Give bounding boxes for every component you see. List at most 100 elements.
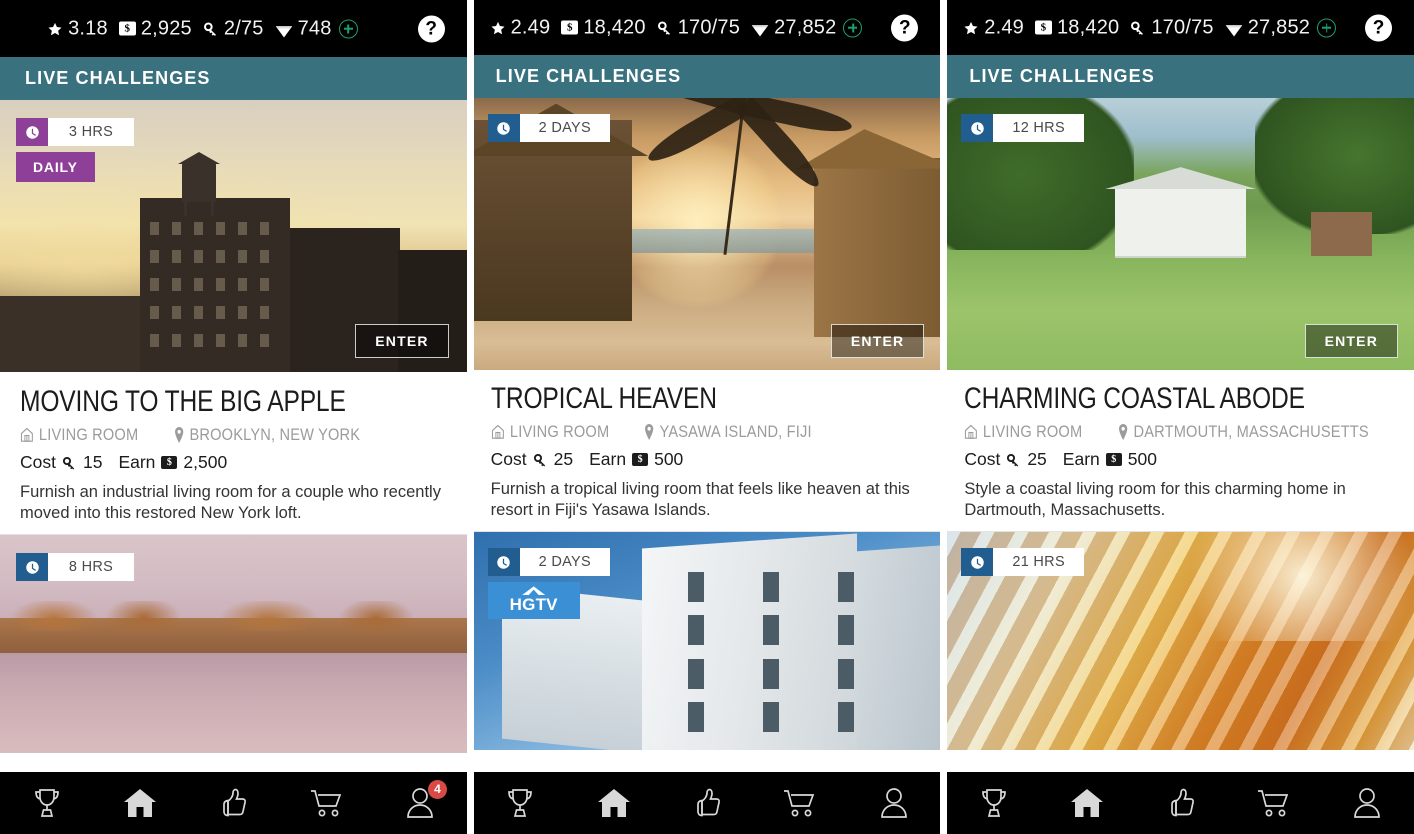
cost-group: Cost 15 bbox=[20, 452, 102, 473]
screenshot-triptych: 3.18 $2,925 2/75 748? LIVE CHALLENGES 3 HRS DA… bbox=[0, 0, 1414, 834]
cost-value: 15 bbox=[82, 451, 103, 472]
clock-icon bbox=[487, 548, 520, 577]
location-label: DARTMOUTH, MASSACHUSETTS bbox=[1133, 421, 1369, 441]
timer-label: 8 HRS bbox=[48, 553, 134, 582]
money-icon: $ bbox=[1034, 20, 1052, 35]
room-meta: LIVING ROOM bbox=[20, 425, 138, 445]
timer-label: 21 HRS bbox=[993, 548, 1084, 577]
add-gems-button[interactable] bbox=[338, 19, 358, 38]
room-label: LIVING ROOM bbox=[983, 421, 1083, 441]
challenge-timer-badge: 3 HRS bbox=[16, 118, 134, 146]
challenge-title: MOVING TO THE BIG APPLE bbox=[20, 385, 346, 418]
help-button[interactable]: ? bbox=[891, 14, 919, 41]
money-value: 18,420 bbox=[1056, 16, 1120, 38]
daily-tag: DAILY bbox=[16, 152, 95, 182]
nav-item-home[interactable] bbox=[109, 781, 171, 825]
cost-label: Cost bbox=[964, 448, 1001, 469]
nav-item-home[interactable] bbox=[583, 781, 645, 825]
challenge-list[interactable]: 2 DAYS ENTER TROPICAL HEAVEN LIVING ROOM YAS… bbox=[473, 98, 941, 834]
hgtv-roof-icon bbox=[521, 586, 546, 596]
status-bar: 2.49 $18,420 170/75 27,852? bbox=[473, 0, 941, 55]
card-media[interactable]: 8 HRS bbox=[0, 535, 467, 754]
timer-label: 12 HRS bbox=[993, 114, 1084, 142]
keys-value: 2/75 bbox=[223, 17, 264, 39]
nav-item-home[interactable] bbox=[1056, 781, 1118, 825]
player-stats: 2.49 $18,420 170/75 27,852 bbox=[947, 16, 1414, 39]
earn-label: Earn bbox=[118, 451, 156, 472]
challenge-card[interactable]: 21 HRS bbox=[947, 532, 1414, 751]
earn-label: Earn bbox=[1062, 448, 1100, 469]
help-button[interactable]: ? bbox=[1365, 14, 1393, 41]
nav-item-shop[interactable] bbox=[1243, 781, 1305, 825]
room-meta: LIVING ROOM bbox=[491, 422, 609, 442]
challenge-meta: LIVING ROOM BROOKLYN, NEW YORK bbox=[20, 425, 447, 445]
stat-money: $18,420 bbox=[561, 16, 645, 39]
location-pin-icon bbox=[174, 426, 184, 443]
room-icon bbox=[964, 424, 978, 439]
challenge-card[interactable]: 8 HRS bbox=[0, 535, 467, 754]
room-icon bbox=[20, 427, 34, 442]
location-pin-icon bbox=[1118, 423, 1128, 440]
nav-item-likes[interactable] bbox=[202, 781, 264, 825]
enter-button[interactable]: ENTER bbox=[355, 324, 449, 358]
help-button[interactable]: ? bbox=[417, 15, 445, 42]
key-icon bbox=[533, 452, 548, 467]
player-stats: 2.49 $18,420 170/75 27,852 bbox=[474, 16, 941, 39]
stat-money: $2,925 bbox=[118, 17, 192, 40]
challenge-meta: LIVING ROOM YASAWA ISLAND, FIJI bbox=[491, 422, 924, 442]
gem-icon bbox=[275, 22, 293, 38]
stat-gems: 27,852 bbox=[751, 16, 863, 39]
challenge-list[interactable]: 3 HRS DAILY ENTER MOVING TO THE BIG APPLE LI… bbox=[0, 100, 467, 834]
earn-value: 2,500 bbox=[183, 451, 228, 472]
earn-value: 500 bbox=[1127, 448, 1157, 469]
card-media[interactable]: 3 HRS DAILY ENTER bbox=[0, 100, 467, 372]
money-value: 2,925 bbox=[140, 17, 192, 39]
gems-value: 27,852 bbox=[774, 16, 837, 38]
cost-value: 25 bbox=[553, 448, 574, 469]
nav-item-profile[interactable]: 4 bbox=[389, 780, 451, 825]
clock-icon bbox=[961, 548, 994, 577]
add-gems-button[interactable] bbox=[843, 18, 863, 37]
location-meta: DARTMOUTH, MASSACHUSETTS bbox=[1118, 422, 1369, 442]
stat-keys: 170/75 bbox=[657, 16, 740, 39]
hgtv-wordmark: HGTV bbox=[509, 595, 558, 615]
nav-item-profile[interactable] bbox=[1336, 781, 1398, 825]
card-media[interactable]: 2 DAYS ENTER bbox=[473, 98, 941, 370]
nav-item-trophy[interactable] bbox=[963, 781, 1025, 825]
add-gems-button[interactable] bbox=[1317, 18, 1337, 37]
money-value: 18,420 bbox=[583, 16, 646, 38]
card-media[interactable]: 21 HRS bbox=[947, 532, 1414, 751]
nav-item-likes[interactable] bbox=[1150, 781, 1212, 825]
money-icon: $ bbox=[632, 452, 649, 466]
stat-star: 2.49 bbox=[490, 16, 551, 39]
bottom-navigation bbox=[947, 772, 1414, 834]
card-media[interactable]: 2 DAYS HGTV bbox=[473, 532, 941, 751]
hgtv-brand-badge: HGTV bbox=[487, 582, 580, 620]
nav-item-shop[interactable] bbox=[769, 781, 831, 825]
enter-button[interactable]: ENTER bbox=[830, 324, 925, 358]
clock-icon bbox=[961, 114, 994, 142]
challenge-card[interactable]: 2 DAYS ENTER TROPICAL HEAVEN LIVING ROOM YAS… bbox=[473, 98, 941, 532]
cost-value: 25 bbox=[1027, 448, 1047, 469]
challenge-timer-badge: 12 HRS bbox=[961, 114, 1084, 142]
key-icon bbox=[1006, 452, 1021, 467]
challenge-list[interactable]: 12 HRS ENTER CHARMING COASTAL ABODE LIVING … bbox=[947, 98, 1414, 834]
location-pin-icon bbox=[644, 423, 654, 440]
earn-group: Earn $500 bbox=[589, 449, 683, 470]
nav-item-shop[interactable] bbox=[296, 781, 358, 825]
challenge-costs: Cost 25 Earn $500 bbox=[491, 449, 924, 470]
money-icon: $ bbox=[561, 20, 579, 35]
challenge-description: Style a coastal living room for this cha… bbox=[964, 479, 1346, 519]
nav-item-trophy[interactable] bbox=[16, 781, 78, 825]
card-media[interactable]: 12 HRS ENTER bbox=[947, 98, 1414, 370]
challenge-card[interactable]: 2 DAYS HGTV bbox=[473, 532, 941, 751]
stat-star: 3.18 bbox=[47, 17, 108, 40]
room-label: LIVING ROOM bbox=[509, 421, 609, 441]
enter-button[interactable]: ENTER bbox=[1304, 324, 1399, 358]
nav-item-likes[interactable] bbox=[676, 781, 738, 825]
nav-item-trophy[interactable] bbox=[489, 781, 551, 825]
challenge-card[interactable]: 3 HRS DAILY ENTER MOVING TO THE BIG APPLE LI… bbox=[0, 100, 467, 535]
nav-notification-badge: 4 bbox=[427, 780, 447, 799]
challenge-card[interactable]: 12 HRS ENTER CHARMING COASTAL ABODE LIVING … bbox=[947, 98, 1414, 532]
nav-item-profile[interactable] bbox=[863, 781, 925, 825]
